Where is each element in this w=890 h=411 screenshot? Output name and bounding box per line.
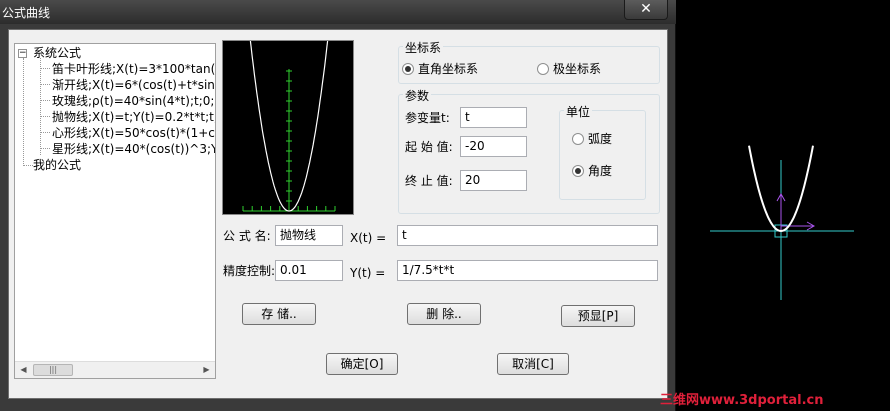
radio-unselected-icon [537,63,549,75]
x-label: X(t) = [350,231,387,245]
scroll-left-icon[interactable]: ◀ [15,362,32,378]
preview-button[interactable]: 预显[P] [561,305,635,327]
tree-connector [23,165,33,166]
tree-connector [40,116,50,117]
formula-curve-dialog: 公式曲线 ✕ − 系统公式 笛卡叶形线;X(t)=3*100*tan(t) 渐开… [0,0,676,411]
start-label: 起 始 值: [405,140,453,154]
window-title: 公式曲线 [2,6,51,20]
start-value-input[interactable]: -20 [460,136,527,157]
formula-name-label: 公 式 名: [223,229,271,243]
drawing-canvas[interactable] [678,0,890,392]
end-value-input[interactable]: 20 [460,170,527,191]
tree-node-my-formulas[interactable]: 我的公式 [33,157,81,173]
precision-label: 精度控制: [223,264,276,278]
radio-label: 弧度 [588,132,613,146]
tree-connector [40,148,50,149]
radio-radian[interactable]: 弧度 [572,132,612,146]
tree-connector [40,132,50,133]
tree-item[interactable]: 星形线;X(t)=40*(cos(t))^3;Y(t [52,141,215,157]
dialog-client-area: − 系统公式 笛卡叶形线;X(t)=3*100*tan(t) 渐开线;X(t)=… [8,29,668,399]
delete-button[interactable]: 删 除.. [407,303,481,325]
radio-selected-icon [572,165,584,177]
radio-degree[interactable]: 角度 [572,164,612,178]
var-label: 参变量t: [405,111,450,125]
save-button[interactable]: 存 储.. [242,303,316,325]
radio-cartesian[interactable]: 直角坐标系 [402,62,478,76]
y-label: Y(t) = [350,266,386,280]
scrollbar-thumb[interactable]: ||| [33,364,73,376]
tree-item[interactable]: 笛卡叶形线;X(t)=3*100*tan(t) [52,61,215,77]
tree-connector [40,100,50,101]
title-bar[interactable]: 公式曲线 ✕ [0,0,676,24]
radio-polar[interactable]: 极坐标系 [537,62,601,76]
tree-node-system-formulas[interactable]: 系统公式 [33,45,81,61]
y-expression-input[interactable]: 1/7.5*t*t [397,260,658,281]
formula-tree[interactable]: − 系统公式 笛卡叶形线;X(t)=3*100*tan(t) 渐开线;X(t)=… [14,43,216,379]
formula-name-input[interactable]: 抛物线 [275,225,343,246]
radio-label: 直角坐标系 [418,62,479,76]
unit-group [559,110,646,200]
ok-button[interactable]: 确定[O] [326,353,398,375]
tree-collapse-icon[interactable]: − [18,49,27,58]
tree-connector [23,58,24,166]
tree-item[interactable]: 渐开线;X(t)=6*(cos(t)+t*sin(t) [52,77,215,93]
close-button[interactable]: ✕ [624,0,668,20]
var-input[interactable]: t [460,107,527,128]
coord-system-title: 坐标系 [403,39,444,56]
tree-horizontal-scrollbar[interactable]: ◀ ||| ▶ [15,361,215,378]
radio-label: 极坐标系 [553,62,602,76]
watermark: 三维网www.3dportal.cn [660,393,824,408]
params-title: 参数 [403,87,432,104]
tree-connector [40,58,41,155]
radio-label: 角度 [588,164,613,178]
tree-item[interactable]: 心形线;X(t)=50*cos(t)*(1+cos [52,125,215,141]
radio-selected-icon [402,63,414,75]
tree-connector [40,84,50,85]
scroll-right-icon[interactable]: ▶ [198,362,215,378]
tree-item[interactable]: 抛物线;X(t)=t;Y(t)=0.2*t*t;t;- [52,109,215,125]
tree-connector [40,68,50,69]
tree-item[interactable]: 玫瑰线;ρ(t)=40*sin(4*t);t;0;36 [52,93,215,109]
close-icon: ✕ [640,1,652,17]
precision-input[interactable]: 0.01 [275,260,343,281]
x-expression-input[interactable]: t [397,225,658,246]
end-label: 终 止 值: [405,174,453,188]
radio-unselected-icon [572,133,584,145]
cancel-button[interactable]: 取消[C] [497,353,569,375]
curve-preview [222,40,354,215]
unit-title: 单位 [564,103,593,120]
